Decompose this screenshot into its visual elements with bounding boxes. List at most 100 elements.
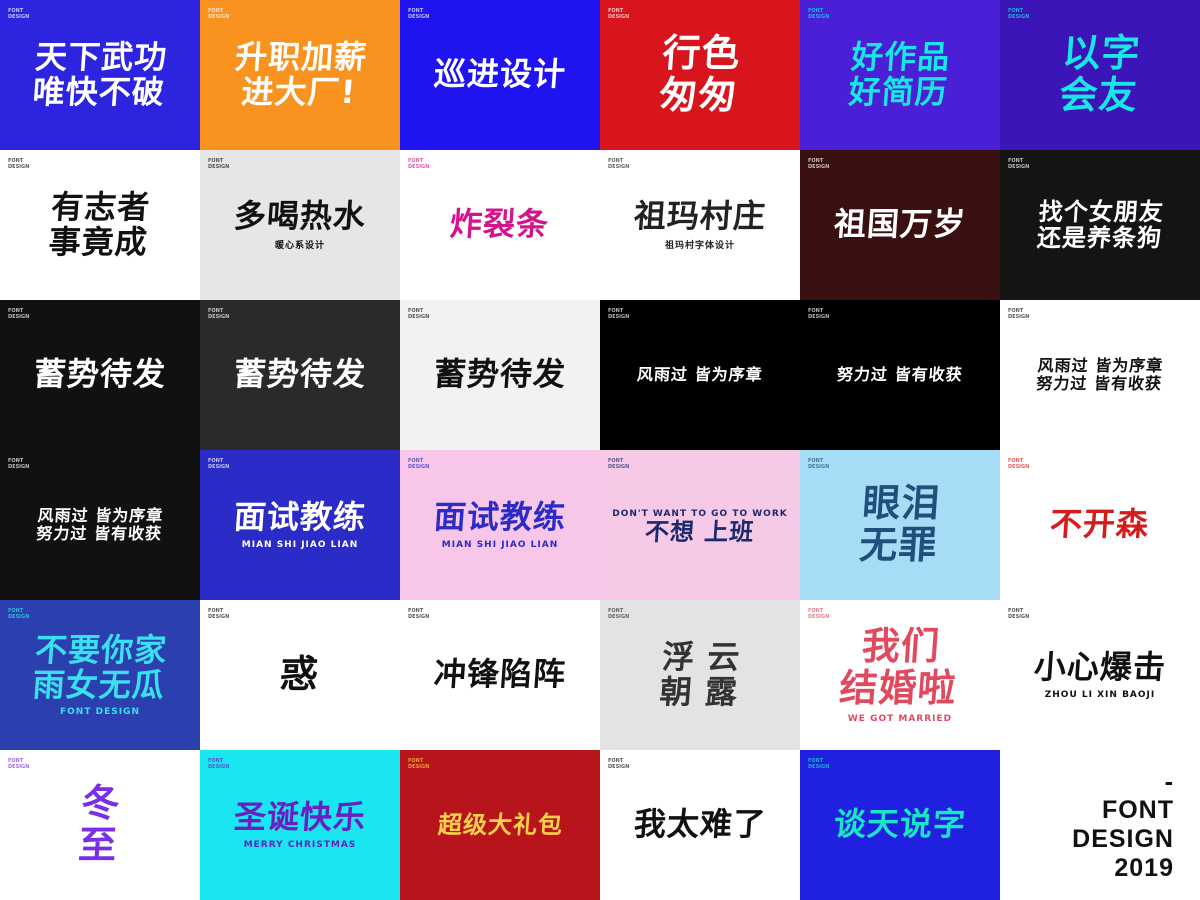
tile-label: FONT DESIGN	[8, 308, 30, 320]
poster-tile[interactable]: FONT DESIGN 炸裂条	[400, 150, 600, 300]
tile-label: FONT DESIGN	[8, 8, 30, 20]
final-title: - FONT DESIGN 2019	[1072, 767, 1174, 882]
tile-title: 升职加薪 进大厂!	[233, 37, 369, 111]
tile-title: 风雨过 皆为序章 努力过 皆有收获	[35, 506, 165, 543]
poster-tile[interactable]: FONT DESIGN 蓄势待发	[200, 300, 400, 450]
tile-label: FONT DESIGN	[1008, 458, 1030, 470]
poster-tile[interactable]: FONT DESIGN 有志者 事竟成	[0, 150, 200, 300]
tile-title: 祖国万岁	[832, 205, 968, 244]
tile-title: 努力过 皆有收获	[836, 365, 964, 385]
tile-title: 蓄势待发	[432, 355, 568, 394]
poster-tile[interactable]: FONT DESIGN 升职加薪 进大厂!	[200, 0, 400, 150]
poster-tile[interactable]: FONT DESIGN 风雨过 皆为序章	[600, 300, 800, 450]
font-design-2019-title: - FONT DESIGN 2019	[1000, 750, 1200, 900]
poster-tile[interactable]: FONT DESIGN 面试教练 MIAN SHI JIAO LIAN	[400, 450, 600, 600]
poster-tile[interactable]: FONT DESIGN 惑	[200, 600, 400, 750]
tile-label: FONT DESIGN	[208, 608, 230, 620]
poster-tile[interactable]: FONT DESIGN 祖国万岁	[800, 150, 1000, 300]
tile-label: FONT DESIGN	[808, 8, 830, 20]
tile-subtitle: WE GOT MARRIED	[847, 713, 953, 724]
tile-label: FONT DESIGN	[408, 158, 430, 170]
tile-label: FONT DESIGN	[8, 758, 30, 770]
tile-label: FONT DESIGN	[8, 608, 30, 620]
poster-tile[interactable]: FONT DESIGN 谈天说字	[800, 750, 1000, 900]
tile-title: 浮 云 朝 露	[658, 637, 742, 711]
tile-title: 蓄势待发	[232, 355, 368, 394]
poster-tile[interactable]: FONT DESIGN 行色 匆匆	[600, 0, 800, 150]
poster-tile[interactable]: FONT DESIGN 浮 云 朝 露	[600, 600, 800, 750]
poster-tile[interactable]: FONT DESIGN 风雨过 皆为序章 努力过 皆有收获	[1000, 300, 1200, 450]
tile-label: FONT DESIGN	[608, 8, 630, 20]
poster-tile[interactable]: FONT DESIGN 面试教练 MIAN SHI JIAO LIAN	[200, 450, 400, 600]
tile-label: FONT DESIGN	[208, 8, 230, 20]
tile-title: 找个女朋友 还是养条狗	[1035, 197, 1165, 252]
tile-label: FONT DESIGN	[808, 158, 830, 170]
tile-label: FONT DESIGN	[208, 158, 230, 170]
poster-tile[interactable]: FONT DESIGN 风雨过 皆为序章 努力过 皆有收获	[0, 450, 200, 600]
tile-subtitle: 祖玛村字体设计	[664, 241, 735, 252]
poster-tile[interactable]: FONT DESIGN 以字 会友	[1000, 0, 1200, 150]
tile-subtitle: ZHOU LI XIN BAOJI	[1044, 689, 1156, 700]
tile-label: FONT DESIGN	[408, 8, 430, 20]
tile-label: FONT DESIGN	[8, 458, 30, 470]
poster-tile[interactable]: FONT DESIGN 不要你家 雨女无瓜 FONT DESIGN	[0, 600, 200, 750]
poster-tile[interactable]: FONT DESIGN 蓄势待发	[400, 300, 600, 450]
tile-subtitle: MIAN SHI JIAO LIAN	[441, 539, 559, 550]
tile-title: 天下武功 唯快不破	[31, 37, 169, 111]
poster-tile[interactable]: FONT DESIGN 努力过 皆有收获	[800, 300, 1000, 450]
poster-tile[interactable]: FONT DESIGN 冬 至	[0, 750, 200, 900]
poster-tile[interactable]: FONT DESIGN 找个女朋友 还是养条狗	[1000, 150, 1200, 300]
tile-title: 小心爆击	[1032, 648, 1168, 687]
tile-title: 多喝热水	[232, 196, 368, 235]
tile-label: FONT DESIGN	[1008, 308, 1030, 320]
tile-subtitle: FONT DESIGN	[60, 707, 140, 718]
poster-tile[interactable]: FONT DESIGN 超级大礼包	[400, 750, 600, 900]
tile-title: 谈天说字	[832, 805, 968, 844]
poster-tile[interactable]: FONT DESIGN DON'T WANT TO GO TO WORK 不想 上班	[600, 450, 800, 600]
tile-title: 惑	[279, 652, 322, 697]
tile-title: 我太难了	[632, 805, 768, 844]
tile-title: 蓄势待发	[32, 355, 168, 394]
tile-label: FONT DESIGN	[608, 758, 630, 770]
tile-title: 不想 上班	[644, 517, 756, 546]
tile-label: FONT DESIGN	[1008, 158, 1030, 170]
poster-tile[interactable]: FONT DESIGN 眼泪 无罪	[800, 450, 1000, 600]
poster-tile[interactable]: FONT DESIGN 不开森	[1000, 450, 1200, 600]
poster-tile[interactable]: FONT DESIGN 我们 结婚啦 WE GOT MARRIED	[800, 600, 1000, 750]
tile-title: 以字 会友	[1058, 31, 1143, 117]
tile-title: 有志者 事竟成	[47, 187, 153, 261]
tile-label: FONT DESIGN	[808, 308, 830, 320]
poster-tile[interactable]: FONT DESIGN 我太难了	[600, 750, 800, 900]
tile-label: FONT DESIGN	[408, 458, 430, 470]
tile-label: FONT DESIGN	[608, 458, 630, 470]
tile-label: FONT DESIGN	[8, 158, 30, 170]
poster-tile[interactable]: FONT DESIGN 圣诞快乐 MERRY CHRISTMAS	[200, 750, 400, 900]
tile-label: FONT DESIGN	[608, 158, 630, 170]
tile-title: 祖玛村庄	[632, 196, 768, 235]
tile-title: 风雨过 皆为序章	[636, 365, 764, 385]
poster-tile[interactable]: FONT DESIGN 祖玛村庄祖玛村字体设计	[600, 150, 800, 300]
tile-title: 面试教练	[232, 498, 368, 537]
tile-title: 冬 至	[77, 781, 123, 867]
tile-label: FONT DESIGN	[208, 458, 230, 470]
font-design-collage: FONT DESIGN 天下武功 唯快不破 FONT DESIGN 升职加薪 进大厂!…	[0, 0, 1200, 900]
tile-title: 炸裂条	[449, 205, 551, 244]
tile-label: FONT DESIGN	[408, 758, 430, 770]
tile-subtitle: MIAN SHI JIAO LIAN	[241, 539, 359, 550]
tile-title: 不开森	[1049, 505, 1151, 544]
poster-tile[interactable]: FONT DESIGN 蓄势待发	[0, 300, 200, 450]
poster-tile[interactable]: FONT DESIGN 小心爆击 ZHOU LI XIN BAOJI	[1000, 600, 1200, 750]
tile-label: FONT DESIGN	[1008, 8, 1030, 20]
poster-tile[interactable]: FONT DESIGN 多喝热水 暖心系设计	[200, 150, 400, 300]
tile-label: FONT DESIGN	[408, 308, 430, 320]
tile-title: 面试教练	[432, 498, 568, 537]
poster-tile[interactable]: FONT DESIGN 好作品 好简历	[800, 0, 1000, 150]
poster-tile[interactable]: FONT DESIGN 冲锋陷阵	[400, 600, 600, 750]
tile-label: FONT DESIGN	[608, 608, 630, 620]
tile-title: 巡进设计	[432, 55, 568, 94]
tile-title: 圣诞快乐	[232, 798, 368, 837]
poster-tile[interactable]: FONT DESIGN 天下武功 唯快不破	[0, 0, 200, 150]
tile-title: 眼泪 无罪	[858, 481, 943, 567]
tile-title: 不要你家 雨女无瓜	[31, 630, 169, 704]
poster-tile[interactable]: FONT DESIGN 巡进设计	[400, 0, 600, 150]
